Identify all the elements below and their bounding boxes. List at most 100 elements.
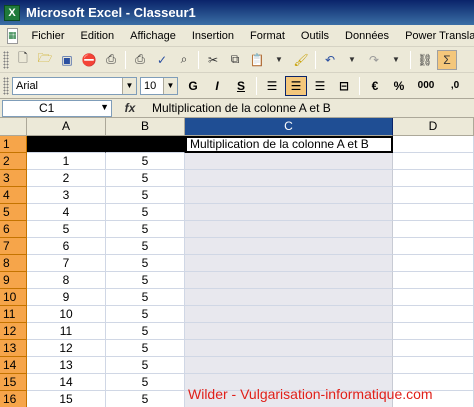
row-header[interactable]: 10 bbox=[0, 289, 27, 306]
align-right-icon[interactable]: ☰ bbox=[309, 76, 331, 96]
spelling-icon[interactable]: ✓ bbox=[152, 50, 172, 70]
chevron-down-icon[interactable]: ▼ bbox=[122, 77, 136, 94]
cell-b[interactable] bbox=[106, 136, 185, 153]
font-size-select[interactable]: 10 ▼ bbox=[140, 76, 178, 95]
cell-b[interactable]: 5 bbox=[106, 374, 185, 391]
paste-icon[interactable]: 📋 bbox=[247, 50, 267, 70]
redo-icon[interactable]: ↷ bbox=[364, 50, 384, 70]
cell-d[interactable] bbox=[393, 136, 474, 153]
new-icon[interactable]: 🗋 bbox=[13, 50, 33, 70]
menu-fichier[interactable]: Fichier bbox=[24, 30, 73, 42]
cell-b[interactable]: 5 bbox=[106, 221, 185, 238]
cell-d[interactable] bbox=[393, 289, 474, 306]
cell-a[interactable]: 12 bbox=[27, 340, 106, 357]
cell-a[interactable]: 6 bbox=[27, 238, 106, 255]
cell-d[interactable] bbox=[393, 272, 474, 289]
cut-icon[interactable]: ✂ bbox=[203, 50, 223, 70]
cell-d[interactable] bbox=[393, 204, 474, 221]
row-header[interactable]: 9 bbox=[0, 272, 27, 289]
cell-b[interactable]: 5 bbox=[106, 306, 185, 323]
cell-c[interactable] bbox=[185, 323, 393, 340]
cell-b[interactable]: 5 bbox=[106, 170, 185, 187]
decimal-button[interactable]: ,0 bbox=[442, 76, 468, 96]
research-icon[interactable]: ⌕ bbox=[174, 50, 194, 70]
cell-a[interactable]: 9 bbox=[27, 289, 106, 306]
row-header[interactable]: 15 bbox=[0, 374, 27, 391]
cell-d[interactable] bbox=[393, 255, 474, 272]
cell-c[interactable] bbox=[185, 204, 393, 221]
cell-a[interactable]: 13 bbox=[27, 357, 106, 374]
row-header[interactable]: 6 bbox=[0, 221, 27, 238]
cell-a[interactable]: 11 bbox=[27, 323, 106, 340]
align-left-icon[interactable]: ☰ bbox=[261, 76, 283, 96]
cell-a[interactable]: 8 bbox=[27, 272, 106, 289]
row-header[interactable]: 14 bbox=[0, 357, 27, 374]
cell-c[interactable] bbox=[185, 306, 393, 323]
cell-d[interactable] bbox=[393, 170, 474, 187]
row-header[interactable]: 4 bbox=[0, 187, 27, 204]
percent-button[interactable]: % bbox=[388, 76, 410, 96]
name-box[interactable]: C1 ▼ bbox=[2, 99, 112, 117]
cell-a[interactable]: 14 bbox=[27, 374, 106, 391]
cell-a[interactable] bbox=[27, 136, 106, 153]
thousands-button[interactable]: 000 bbox=[412, 76, 440, 96]
cell-d[interactable] bbox=[393, 357, 474, 374]
row-header[interactable]: 11 bbox=[0, 306, 27, 323]
cell-a[interactable]: 3 bbox=[27, 187, 106, 204]
cell-a[interactable]: 4 bbox=[27, 204, 106, 221]
cell-b[interactable]: 5 bbox=[106, 255, 185, 272]
column-header-c[interactable]: C bbox=[185, 118, 393, 136]
cell-c[interactable] bbox=[185, 170, 393, 187]
row-header[interactable]: 1 bbox=[0, 136, 27, 153]
cell-d[interactable] bbox=[393, 340, 474, 357]
cell-c[interactable] bbox=[185, 221, 393, 238]
cell-d[interactable] bbox=[393, 238, 474, 255]
cell-a[interactable]: 10 bbox=[27, 306, 106, 323]
copy-icon[interactable]: ⧉ bbox=[225, 50, 245, 70]
row-header[interactable]: 8 bbox=[0, 255, 27, 272]
print-icon[interactable]: ⎙ bbox=[130, 50, 150, 70]
cell-a[interactable]: 2 bbox=[27, 170, 106, 187]
cell-c[interactable] bbox=[185, 289, 393, 306]
bold-button[interactable]: G bbox=[182, 76, 204, 96]
dropdown-icon[interactable]: ▼ bbox=[269, 50, 289, 70]
excel-app-icon[interactable]: X bbox=[4, 4, 20, 21]
menu-format[interactable]: Format bbox=[242, 30, 293, 42]
cell-c[interactable] bbox=[185, 340, 393, 357]
menu-donnees[interactable]: Données bbox=[337, 30, 397, 42]
link-icon[interactable]: ⛓ bbox=[415, 50, 435, 70]
cell-c[interactable] bbox=[185, 187, 393, 204]
sigma-icon[interactable]: Σ bbox=[437, 49, 457, 70]
menu-edition[interactable]: Edition bbox=[73, 30, 123, 42]
chevron-down-icon[interactable]: ▼ bbox=[100, 102, 109, 112]
cell-b[interactable]: 5 bbox=[106, 391, 185, 407]
toolbar-grip-icon[interactable] bbox=[3, 50, 9, 69]
permission-icon[interactable]: ⛔ bbox=[79, 50, 99, 70]
cell-b[interactable]: 5 bbox=[106, 289, 185, 306]
dropdown-icon[interactable]: ▼ bbox=[342, 50, 362, 70]
underline-button[interactable]: S bbox=[230, 76, 252, 96]
cell-b[interactable]: 5 bbox=[106, 238, 185, 255]
font-name-select[interactable]: Arial ▼ bbox=[12, 76, 137, 95]
fmt-toolbar-grip-icon[interactable] bbox=[3, 76, 9, 95]
cell-b[interactable]: 5 bbox=[106, 187, 185, 204]
cell-b[interactable]: 5 bbox=[106, 340, 185, 357]
select-all-corner[interactable] bbox=[0, 118, 27, 136]
cell-c[interactable] bbox=[185, 272, 393, 289]
cell-c[interactable]: Multiplication de la colonne A et B bbox=[185, 136, 393, 153]
align-center-icon[interactable]: ☰ bbox=[285, 75, 307, 96]
menu-power-translat[interactable]: Power Translat bbox=[397, 30, 474, 42]
cell-b[interactable]: 5 bbox=[106, 204, 185, 221]
cell-b[interactable]: 5 bbox=[106, 357, 185, 374]
open-icon[interactable]: 🗁 bbox=[35, 50, 55, 70]
cell-a[interactable]: 7 bbox=[27, 255, 106, 272]
menu-insertion[interactable]: Insertion bbox=[184, 30, 242, 42]
column-header-b[interactable]: B bbox=[106, 118, 185, 136]
print-preview-icon[interactable]: ⎙ bbox=[101, 50, 121, 70]
insert-function-button[interactable]: fx bbox=[112, 101, 148, 115]
merge-center-icon[interactable]: ⊟ bbox=[333, 76, 355, 96]
row-header[interactable]: 2 bbox=[0, 153, 27, 170]
cell-d[interactable] bbox=[393, 153, 474, 170]
cell-b[interactable]: 5 bbox=[106, 272, 185, 289]
row-header[interactable]: 13 bbox=[0, 340, 27, 357]
